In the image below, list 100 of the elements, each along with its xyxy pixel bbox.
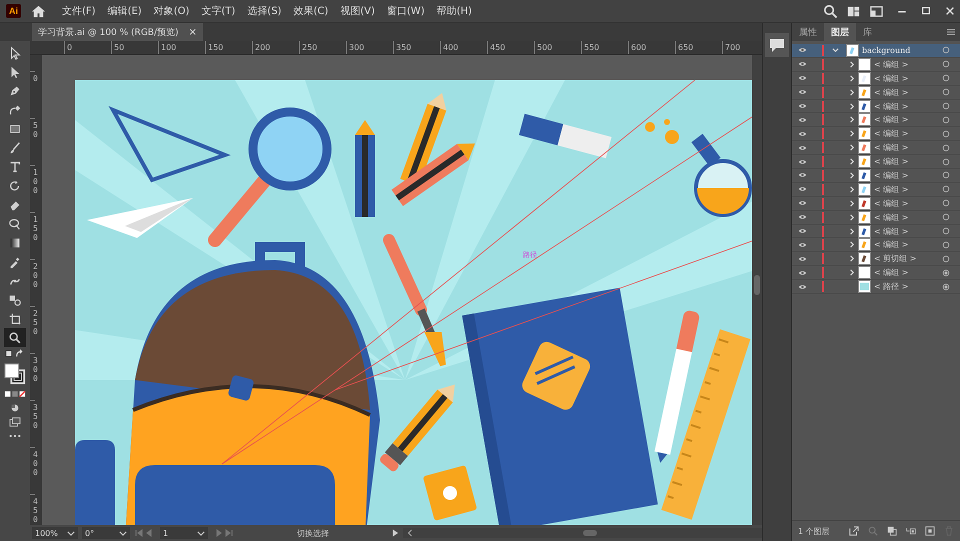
eye-icon[interactable] xyxy=(798,130,806,137)
panel-tab[interactable]: 库 xyxy=(856,23,879,41)
menu-item[interactable]: 对象(O) xyxy=(154,4,190,18)
clipping-mask-icon[interactable] xyxy=(886,526,897,536)
paintbrush-icon[interactable] xyxy=(8,140,22,154)
menu-item[interactable]: 效果(C) xyxy=(293,4,328,18)
zoom-icon[interactable] xyxy=(8,330,22,344)
eye-icon[interactable] xyxy=(798,158,806,165)
menu-item[interactable]: 帮助(H) xyxy=(436,4,472,18)
layer-row[interactable]: < 剪切组 > xyxy=(792,252,960,266)
eye-icon[interactable] xyxy=(798,200,806,206)
artboard-field[interactable]: 1 xyxy=(160,527,208,539)
scroll-thumb[interactable] xyxy=(754,275,760,295)
eye-icon[interactable] xyxy=(798,116,806,123)
target-circle-icon[interactable] xyxy=(942,282,950,291)
menu-item[interactable]: 选择(S) xyxy=(247,4,282,18)
menu-icon[interactable] xyxy=(946,28,956,36)
layer-row[interactable]: < 编组 > xyxy=(792,266,960,280)
eye-icon[interactable] xyxy=(798,186,806,192)
target-circle-icon[interactable] xyxy=(942,254,950,263)
target-circle-icon[interactable] xyxy=(942,158,950,166)
target-circle-icon[interactable] xyxy=(942,116,950,124)
search-icon[interactable] xyxy=(823,4,838,18)
layer-row[interactable]: < 编组 > xyxy=(792,72,960,86)
target-circle-icon[interactable] xyxy=(942,240,950,249)
export-icon[interactable] xyxy=(848,526,859,536)
artboard-icon[interactable] xyxy=(8,312,22,326)
layer-row[interactable]: < 编组 > xyxy=(792,196,960,211)
rotation-field[interactable]: 0° xyxy=(82,527,130,539)
close-tab-button[interactable]: × xyxy=(188,26,197,38)
target-circle-icon[interactable] xyxy=(942,171,950,180)
maximize-icon[interactable] xyxy=(920,5,932,17)
layer-row[interactable]: < 编组 > xyxy=(792,58,960,72)
layer-row[interactable]: < 编组 > xyxy=(792,155,960,170)
eye-icon[interactable] xyxy=(798,47,806,54)
eye-icon[interactable] xyxy=(798,144,806,151)
screen-mode-icon[interactable] xyxy=(9,417,21,427)
layer-row[interactable]: < 编组 > xyxy=(792,210,960,225)
fill-stroke-swatch-icon[interactable] xyxy=(4,363,26,385)
layer-row[interactable]: < 编组 > xyxy=(792,127,960,142)
document-tab[interactable]: 学习背景.ai @ 100 % (RGB/预览) × xyxy=(32,23,203,41)
blend-icon[interactable] xyxy=(8,292,22,306)
eye-icon[interactable] xyxy=(798,228,806,234)
vertical-scrollbar[interactable] xyxy=(752,55,762,525)
target-circle-icon[interactable] xyxy=(942,185,950,194)
pen-icon[interactable] xyxy=(8,84,22,98)
draw-mode-icon[interactable] xyxy=(9,403,21,413)
target-circle-icon[interactable] xyxy=(942,74,950,82)
rotate-icon[interactable] xyxy=(8,178,22,192)
eye-icon[interactable] xyxy=(798,270,806,276)
layer-row[interactable]: < 编组 > xyxy=(792,86,960,100)
target-circle-icon[interactable] xyxy=(942,227,950,236)
layer-row[interactable]: < 编组 > xyxy=(792,169,960,183)
eye-icon[interactable] xyxy=(798,256,806,262)
menu-item[interactable]: 编辑(E) xyxy=(108,4,142,18)
curvature-pen-icon[interactable] xyxy=(8,102,22,116)
target-circle-icon[interactable] xyxy=(942,213,950,222)
layer-row[interactable]: background xyxy=(792,44,960,58)
eye-icon[interactable] xyxy=(798,214,806,220)
menu-item[interactable]: 文件(F) xyxy=(62,4,96,18)
target-circle-icon[interactable] xyxy=(942,130,950,138)
eye-icon[interactable] xyxy=(798,89,806,96)
layer-row[interactable]: < 编组 > xyxy=(792,238,960,252)
eye-icon[interactable] xyxy=(798,103,806,109)
eye-icon[interactable] xyxy=(798,284,806,290)
type-icon[interactable] xyxy=(8,160,22,174)
target-circle-icon[interactable] xyxy=(942,102,950,110)
eye-icon[interactable] xyxy=(798,61,806,68)
layer-row[interactable]: < 编组 > xyxy=(792,224,960,238)
panel-tab[interactable]: 属性 xyxy=(792,23,824,41)
new-layer-icon[interactable] xyxy=(924,526,935,536)
new-sublayer-icon[interactable] xyxy=(906,526,916,536)
eye-icon[interactable] xyxy=(798,172,806,178)
layer-row[interactable]: < 编组 > xyxy=(792,113,960,128)
close-icon[interactable] xyxy=(944,5,956,17)
scroll-thumb[interactable] xyxy=(583,530,597,536)
target-circle-icon[interactable] xyxy=(942,268,950,277)
layer-row[interactable]: < 路径 > xyxy=(792,280,960,294)
comment-icon[interactable] xyxy=(765,33,789,57)
layer-row[interactable]: < 编组 > xyxy=(792,182,960,197)
zoom-field[interactable]: 100% xyxy=(32,527,78,539)
menu-item[interactable]: 窗口(W) xyxy=(386,4,425,18)
horizontal-scrollbar[interactable] xyxy=(403,528,762,538)
zoom-tool[interactable] xyxy=(4,328,26,347)
target-circle-icon[interactable] xyxy=(942,199,950,208)
menu-item[interactable]: 文字(T) xyxy=(201,4,236,18)
play-icon[interactable] xyxy=(392,529,399,537)
color-mode-icon[interactable] xyxy=(4,389,26,399)
chevron-down-icon[interactable] xyxy=(832,46,838,54)
gradient-icon[interactable] xyxy=(8,236,22,250)
target-circle-icon[interactable] xyxy=(942,60,950,68)
eye-icon[interactable] xyxy=(798,75,806,82)
layer-row[interactable]: < 编组 > xyxy=(792,141,960,156)
menu-item[interactable]: 视图(V) xyxy=(340,4,375,18)
target-circle-icon[interactable] xyxy=(942,88,950,96)
layer-row[interactable]: < 编组 > xyxy=(792,100,960,114)
selection-arrow-icon[interactable] xyxy=(8,46,22,60)
shape-builder-icon[interactable] xyxy=(8,216,22,230)
workspace-icon[interactable] xyxy=(869,4,884,18)
home-icon[interactable] xyxy=(31,4,46,18)
